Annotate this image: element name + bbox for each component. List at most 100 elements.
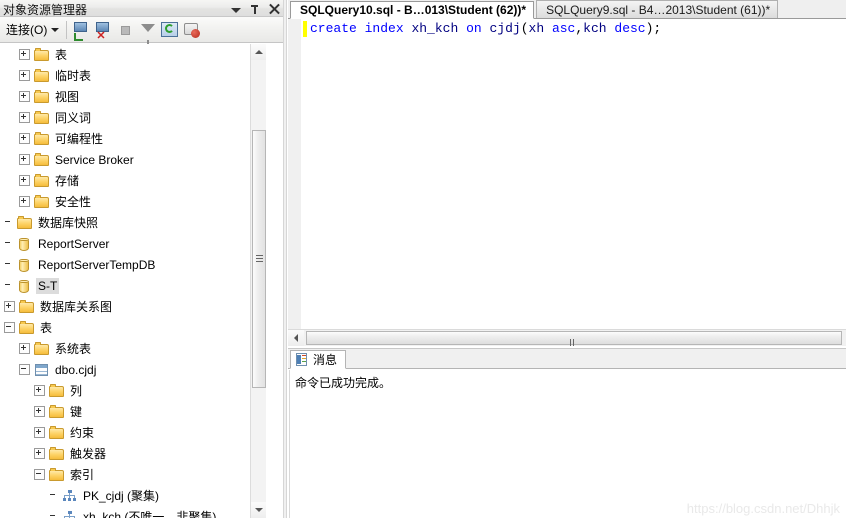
tree-node[interactable]: 存储 — [0, 170, 266, 191]
expand-icon[interactable] — [19, 175, 30, 186]
object-explorer-tree[interactable]: 表临时表 视图 同义词 可编程性 Service Broker 存储 安全性 数据库快照 Rep… — [0, 44, 266, 518]
scrollbar-thumb[interactable] — [252, 130, 266, 388]
tree-node[interactable]: PK_cjdj (聚集) — [0, 485, 266, 506]
expand-icon[interactable] — [34, 406, 45, 417]
sql-token: index — [364, 21, 404, 36]
tree-node-label: 系统表 — [55, 342, 92, 356]
tree-node[interactable]: dbo.cjdj — [0, 359, 266, 380]
collapse-icon[interactable] — [19, 364, 30, 375]
scroll-up-arrow-icon[interactable] — [251, 44, 266, 60]
expand-icon[interactable] — [19, 91, 30, 102]
folder-icon — [49, 467, 65, 482]
expand-icon[interactable] — [19, 343, 30, 354]
scroll-left-arrow-icon[interactable] — [288, 330, 304, 346]
results-panel: 消息 命令已成功完成。 — [288, 348, 846, 518]
scroll-down-arrow-icon[interactable] — [251, 502, 266, 518]
tree-node[interactable]: 约束 — [0, 422, 266, 443]
tab-messages[interactable]: 消息 — [290, 350, 347, 369]
folder-icon — [49, 446, 65, 461]
tree-node-label: 存储 — [55, 174, 80, 188]
toolbar-separator — [66, 20, 68, 39]
tree-node[interactable]: 数据库关系图 — [0, 296, 266, 317]
document-tabs: SQLQuery10.sql - B…013\Student (62))* SQL… — [288, 0, 846, 19]
tree-node-label: Service Broker — [55, 152, 134, 167]
sql-token: xh_kch — [411, 21, 459, 36]
disconnect-icon[interactable]: ✕ — [93, 19, 115, 41]
folder-icon — [49, 404, 65, 419]
sql-token: kch — [583, 21, 607, 36]
tree-node[interactable]: ReportServer — [0, 233, 266, 254]
sql-token: ( — [520, 21, 529, 36]
table-icon — [34, 363, 50, 377]
sql-token: ); — [645, 21, 662, 36]
object-explorer-scrollbar[interactable] — [250, 44, 266, 518]
expand-icon[interactable] — [19, 112, 30, 123]
stop-icon[interactable] — [115, 19, 137, 41]
expand-icon[interactable] — [19, 70, 30, 81]
folder-icon — [34, 110, 50, 125]
messages-output[interactable]: 命令已成功完成。 — [289, 370, 845, 518]
panel-splitter[interactable] — [283, 0, 287, 518]
tree-spacer — [4, 239, 13, 248]
tree-node[interactable]: S-T — [0, 275, 266, 296]
chevron-down-icon — [51, 27, 60, 32]
expand-icon[interactable] — [19, 196, 30, 207]
document-tab[interactable]: SQLQuery9.sql - B4…2013\Student (61))* — [536, 0, 779, 18]
expand-icon[interactable] — [19, 133, 30, 144]
tree-node[interactable]: 同义词 — [0, 107, 266, 128]
tree-node[interactable]: 键 — [0, 401, 266, 422]
sql-code-editor[interactable]: create index xh_kch on cjdj(xh asc,kch d… — [288, 19, 846, 329]
tree-node[interactable]: 表 — [0, 317, 266, 338]
database-icon — [17, 279, 33, 293]
expand-icon[interactable] — [34, 448, 45, 459]
horizontal-scrollbar-thumb[interactable] — [306, 331, 842, 360]
expand-icon[interactable] — [19, 154, 30, 165]
tree-spacer — [4, 281, 13, 290]
tree-node[interactable]: 安全性 — [0, 191, 266, 212]
document-tab[interactable]: SQLQuery10.sql - B…013\Student (62))* — [290, 1, 535, 19]
tree-node[interactable]: xh_kch (不唯一，非聚集) — [0, 506, 266, 518]
folder-icon — [49, 383, 65, 398]
folder-icon — [19, 320, 35, 335]
collapse-icon[interactable] — [34, 469, 45, 480]
pin-icon[interactable] — [249, 2, 261, 16]
tree-node-label: 列 — [70, 384, 83, 398]
tree-node-label: 约束 — [70, 426, 95, 440]
tree-node-label: ReportServerTempDB — [38, 257, 156, 272]
connect-button[interactable]: 连接(O) — [3, 19, 62, 40]
tree-node-label: S-T — [36, 277, 60, 294]
collapse-icon[interactable] — [4, 322, 15, 333]
editor-horizontal-scrollbar[interactable] — [288, 329, 846, 360]
refresh-icon[interactable] — [159, 19, 181, 41]
tree-node[interactable]: 视图 — [0, 86, 266, 107]
close-icon[interactable] — [268, 2, 280, 16]
tree-node[interactable]: 系统表 — [0, 338, 266, 359]
expand-icon[interactable] — [4, 301, 15, 312]
tree-node[interactable]: 列 — [0, 380, 266, 401]
tree-node[interactable]: 可编程性 — [0, 128, 266, 149]
tree-node[interactable]: Service Broker — [0, 149, 266, 170]
tree-node[interactable]: 索引 — [0, 464, 266, 485]
tree-node[interactable]: 表 — [0, 44, 266, 65]
connect-icon[interactable] — [71, 19, 93, 41]
object-explorer-title: 对象资源管理器 — [3, 3, 88, 17]
sql-token: xh — [528, 21, 545, 36]
sql-token: , — [575, 21, 584, 36]
tree-node[interactable]: ReportServerTempDB — [0, 254, 266, 275]
sql-token: asc — [551, 21, 576, 36]
expand-icon[interactable] — [19, 49, 30, 60]
filter-icon[interactable] — [137, 19, 159, 44]
tree-node[interactable]: 临时表 — [0, 65, 266, 86]
expand-icon[interactable] — [34, 427, 45, 438]
tree-node-label: 安全性 — [55, 195, 92, 209]
tree-spacer — [4, 218, 13, 227]
sql-token: cjdj — [489, 21, 521, 36]
tree-node[interactable]: 触发器 — [0, 443, 266, 464]
tree-node-label: PK_cjdj (聚集) — [83, 489, 160, 503]
tree-node[interactable]: 数据库快照 — [0, 212, 266, 233]
tree-node-label: 键 — [70, 405, 83, 419]
script-stop-icon[interactable] — [181, 19, 203, 41]
expand-icon[interactable] — [34, 385, 45, 396]
dropdown-icon[interactable] — [230, 2, 242, 16]
